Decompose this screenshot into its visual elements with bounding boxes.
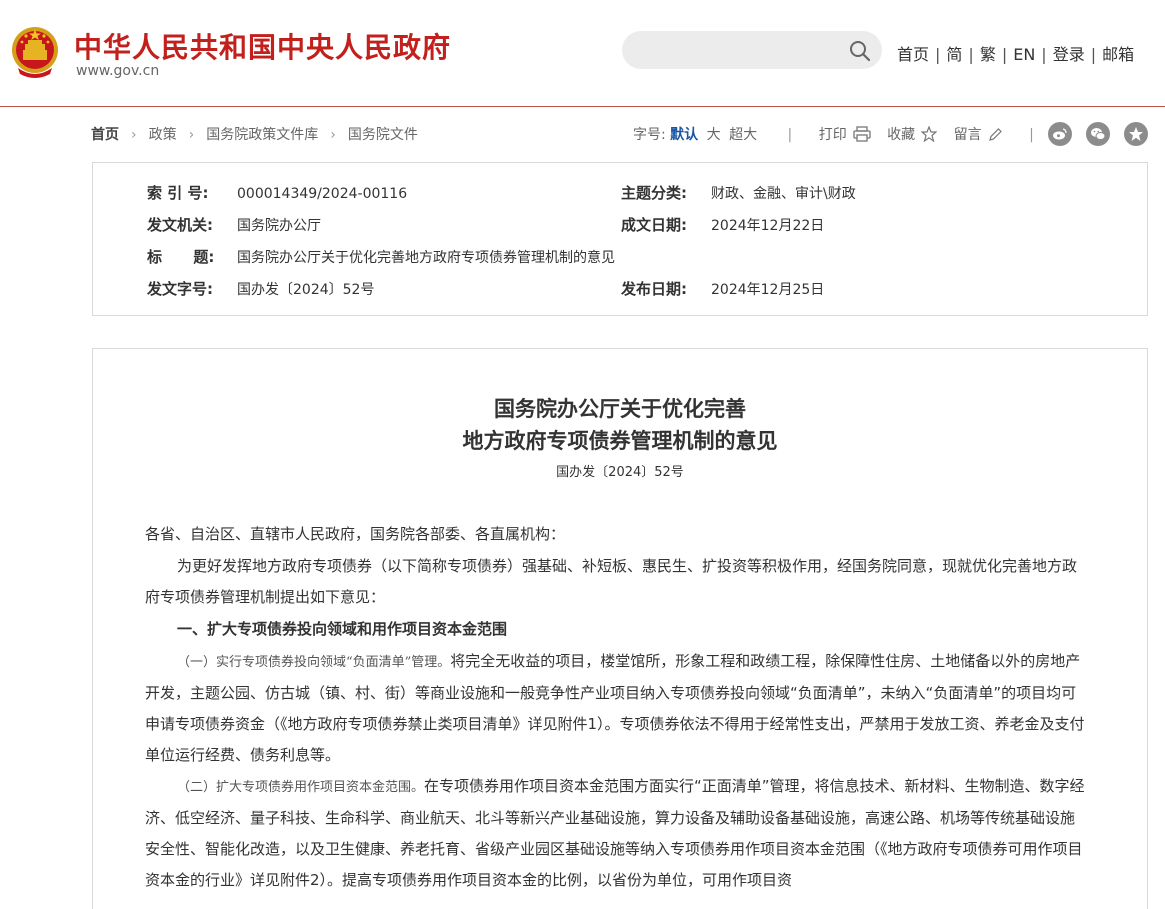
star-icon[interactable] bbox=[1124, 122, 1148, 146]
meta-issuer: 发文机关: 国务院办公厅 bbox=[147, 214, 321, 235]
document-body: 国务院办公厅关于优化完善 地方政府专项债券管理机制的意见 国办发〔2024〕52… bbox=[92, 348, 1148, 909]
item-heading: （一）实行专项债券投向领域“负面清单”管理。 bbox=[177, 655, 451, 670]
nav-english[interactable]: EN bbox=[1013, 45, 1035, 64]
nav-separator: | bbox=[935, 45, 941, 64]
item-paragraph: （二）扩大专项债券用作项目资本金范围。在专项债券用作项目资本金范围方面实行“正面… bbox=[145, 771, 1089, 896]
favorite-label: 收藏 bbox=[887, 127, 916, 143]
tools-divider: | bbox=[787, 127, 793, 143]
star-outline-icon bbox=[920, 125, 938, 143]
chevron-right-icon: › bbox=[188, 127, 195, 143]
document-metadata: 索 引 号: 000014349/2024-00116 主题分类: 财政、金融、审计… bbox=[92, 162, 1148, 316]
meta-value: 2024年12月22日 bbox=[711, 218, 825, 234]
search-icon[interactable] bbox=[848, 39, 872, 63]
nav-mailbox[interactable]: 邮箱 bbox=[1102, 45, 1134, 64]
breadcrumb-policy-library[interactable]: 国务院政策文件库 bbox=[206, 127, 318, 143]
meta-value: 000014349/2024-00116 bbox=[237, 186, 408, 202]
meta-label: 主题分类: bbox=[621, 184, 687, 202]
print-label: 打印 bbox=[818, 127, 847, 143]
site-title[interactable]: 中华人民共和国中央人民政府 bbox=[74, 26, 451, 66]
printer-icon bbox=[853, 126, 871, 142]
meta-value: 国务院办公厅关于优化完善地方政府专项债券管理机制的意见 bbox=[237, 250, 615, 266]
meta-label: 发文字号: bbox=[147, 280, 213, 298]
font-size-large[interactable]: 大 bbox=[707, 127, 721, 143]
nav-separator: | bbox=[968, 45, 974, 64]
meta-label: 发文机关: bbox=[147, 216, 213, 234]
top-nav: 首页 | 简 | 繁 | EN | 登录 | 邮箱 bbox=[897, 41, 1134, 65]
meta-label: 索 引 号: bbox=[147, 184, 209, 202]
nav-separator: | bbox=[1001, 45, 1008, 64]
pencil-icon bbox=[988, 128, 1002, 141]
meta-index: 索 引 号: 000014349/2024-00116 bbox=[147, 182, 407, 203]
meta-topic: 主题分类: 财政、金融、审计\财政 bbox=[621, 182, 856, 203]
wechat-icon[interactable] bbox=[1086, 122, 1110, 146]
nav-separator: | bbox=[1041, 45, 1047, 64]
print-button[interactable]: 打印 bbox=[818, 126, 871, 143]
meta-doc-number: 发文字号: 国办发〔2024〕52号 bbox=[147, 278, 374, 299]
national-emblem-icon[interactable] bbox=[10, 24, 60, 80]
font-size-label: 字号: bbox=[633, 127, 666, 143]
meta-written-date: 成文日期: 2024年12月22日 bbox=[621, 214, 824, 235]
meta-value: 国务院办公厅 bbox=[237, 218, 321, 234]
site-header: 中华人民共和国中央人民政府 www.gov.cn 首页 | 简 | 繁 | EN | 登录 | 邮箱 bbox=[0, 0, 1165, 107]
nav-simplified[interactable]: 简 bbox=[946, 45, 962, 64]
tools-divider: | bbox=[1029, 127, 1034, 143]
chevron-right-icon: › bbox=[330, 127, 336, 143]
item-paragraph: （一）实行专项债券投向领域“负面清单”管理。将完全无收益的项目，楼堂馆所，形象工… bbox=[145, 646, 1089, 771]
intro-paragraph: 为更好发挥地方政府专项债券（以下简称专项债券）强基础、补短板、惠民生、扩投资等积… bbox=[145, 557, 1078, 606]
meta-value: 财政、金融、审计\财政 bbox=[711, 186, 856, 202]
font-size-default[interactable]: 默认 bbox=[670, 127, 698, 143]
document-title-line2: 地方政府专项债券管理机制的意见 bbox=[462, 428, 778, 453]
search-box bbox=[622, 31, 882, 69]
meta-label: 成文日期: bbox=[621, 216, 687, 234]
site-url[interactable]: www.gov.cn bbox=[76, 63, 159, 79]
search-input[interactable] bbox=[622, 31, 864, 69]
nav-login[interactable]: 登录 bbox=[1053, 45, 1085, 64]
document-title-line1: 国务院办公厅关于优化完善 bbox=[494, 396, 746, 421]
meta-label: 标 题: bbox=[147, 248, 215, 266]
comment-label: 留言 bbox=[953, 127, 982, 143]
article-tools: 字号: 默认 大 超大 | 打印 收藏 留言 | bbox=[633, 124, 1034, 144]
meta-value: 国办发〔2024〕52号 bbox=[237, 282, 375, 298]
font-size-xlarge[interactable]: 超大 bbox=[729, 127, 757, 143]
nav-traditional[interactable]: 繁 bbox=[980, 45, 996, 64]
addressee: 各省、自治区、直辖市人民政府，国务院各部委、各直属机构： bbox=[145, 525, 566, 543]
meta-published-date: 发布日期: 2024年12月25日 bbox=[621, 278, 824, 299]
chevron-right-icon: › bbox=[131, 127, 137, 143]
nav-home[interactable]: 首页 bbox=[897, 45, 929, 64]
meta-title: 标 题: 国务院办公厅关于优化完善地方政府专项债券管理机制的意见 bbox=[147, 246, 615, 267]
breadcrumb-policy[interactable]: 政策 bbox=[149, 127, 177, 143]
favorite-button[interactable]: 收藏 bbox=[887, 125, 938, 143]
item-heading: （二）扩大专项债券用作项目资本金范围。 bbox=[177, 780, 425, 795]
breadcrumb: 首页 › 政策 › 国务院政策文件库 › 国务院文件 bbox=[91, 124, 418, 144]
nav-separator: | bbox=[1090, 45, 1097, 64]
breadcrumb-home[interactable]: 首页 bbox=[91, 127, 119, 143]
section-heading: 一、扩大专项债券投向领域和用作项目资本金范围 bbox=[177, 620, 508, 638]
breadcrumb-state-council-docs[interactable]: 国务院文件 bbox=[348, 127, 418, 143]
meta-value: 2024年12月25日 bbox=[711, 282, 825, 298]
meta-label: 发布日期: bbox=[621, 280, 687, 298]
document-number: 国办发〔2024〕52号 bbox=[556, 465, 684, 480]
comment-button[interactable]: 留言 bbox=[954, 127, 1003, 143]
weibo-icon[interactable] bbox=[1048, 122, 1072, 146]
